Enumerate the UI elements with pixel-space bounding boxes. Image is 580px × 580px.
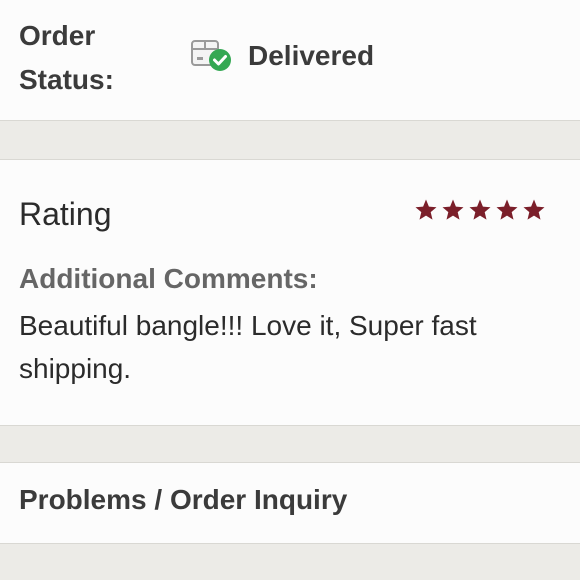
- star-icon: [415, 199, 437, 220]
- problems-order-inquiry-link[interactable]: Problems / Order Inquiry: [19, 484, 347, 516]
- star-rating: [414, 198, 546, 222]
- star-icon: [469, 199, 491, 220]
- delivered-box-check-icon: [189, 35, 235, 75]
- star-icon: [442, 199, 464, 220]
- additional-comments-text: Beautiful bangle!!! Love it, Super fast …: [19, 310, 477, 384]
- order-status-value: Delivered: [248, 40, 375, 71]
- order-status-label: Order Status:: [19, 20, 114, 95]
- rating-title: Rating: [19, 196, 112, 232]
- star-icon: [496, 199, 518, 220]
- star-icon: [523, 199, 545, 220]
- additional-comments-label: Additional Comments:: [19, 263, 318, 294]
